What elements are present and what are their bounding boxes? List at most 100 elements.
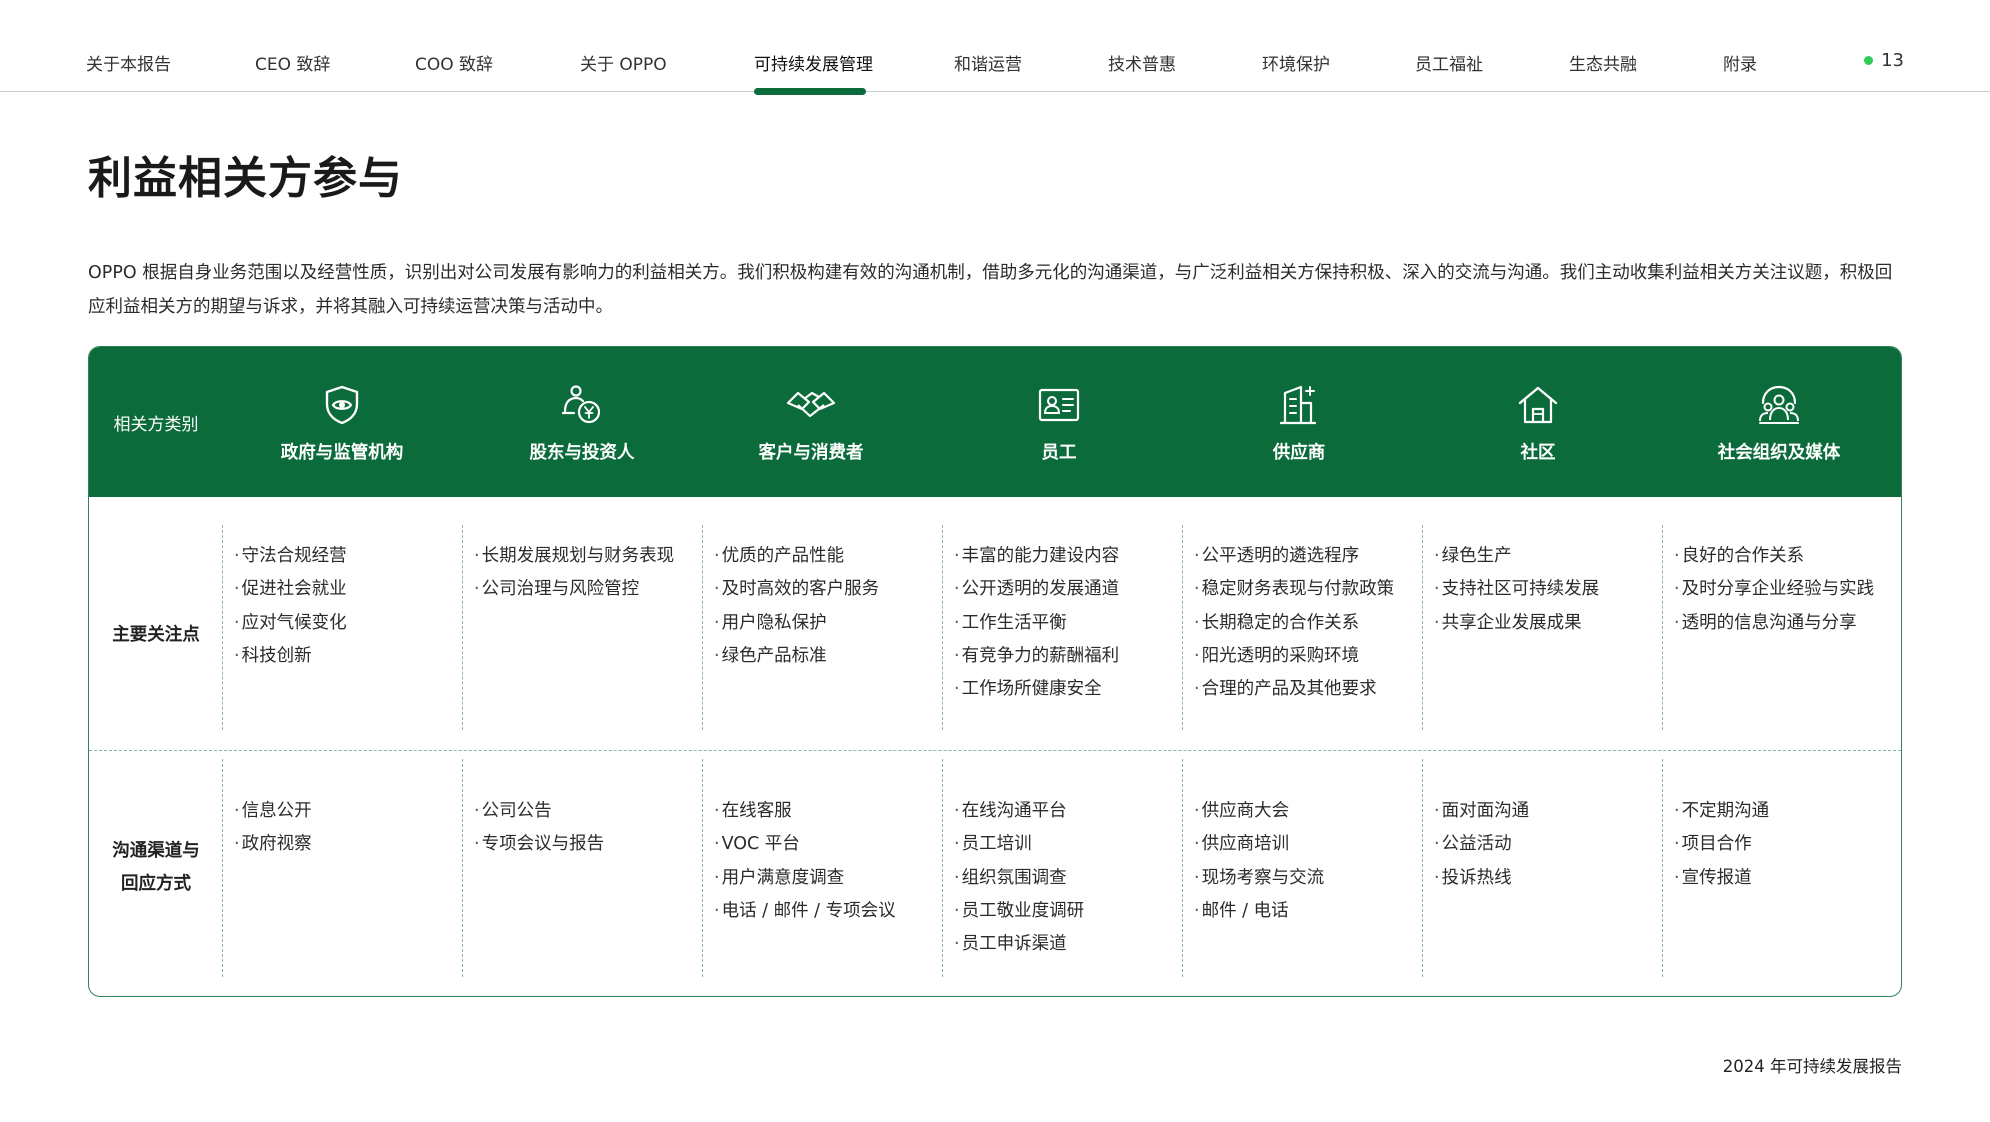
concerns-cell-suppliers: 公平透明的遴选程序稳定财务表现与付款政策长期稳定的合作关系阳光透明的采购环境合理… <box>1194 540 1424 706</box>
list-item: 丰富的能力建设内容 <box>954 540 1184 573</box>
list-item: 公开透明的发展通道 <box>954 573 1184 606</box>
concerns-cell-community: 绿色生产支持社区可持续发展共享企业发展成果 <box>1434 540 1664 640</box>
nav-item-about-report[interactable]: 关于本报告 <box>86 50 171 75</box>
nav-item-operations[interactable]: 和谐运营 <box>954 50 1022 75</box>
concerns-list: 绿色生产支持社区可持续发展共享企业发展成果 <box>1434 540 1664 640</box>
list-item: 守法合规经营 <box>234 540 464 573</box>
list-item: 员工申诉渠道 <box>954 928 1184 961</box>
stakeholder-header-investors: 股东与投资人 <box>462 347 702 497</box>
nav-item-employees[interactable]: 员工福祉 <box>1415 50 1483 75</box>
stakeholder-name: 员工 <box>1041 443 1077 463</box>
channels-label-line1: 沟通渠道与 <box>112 841 200 861</box>
top-nav: 关于本报告 CEO 致辞 COO 致辞 关于 OPPO 可持续发展管理 和谐运营… <box>0 0 1990 95</box>
header-label: 相关方类别 <box>113 414 199 435</box>
handshake-icon <box>786 391 836 418</box>
list-item: 信息公开 <box>234 795 464 828</box>
list-item: 公司治理与风险管控 <box>474 573 704 606</box>
channels-cell-media: 不定期沟通项目合作宣传报道 <box>1674 795 1901 895</box>
list-item: 工作生活平衡 <box>954 607 1184 640</box>
list-item: 公益活动 <box>1434 828 1664 861</box>
channels-cell-customers: 在线客服VOC 平台用户满意度调查电话 / 邮件 / 专项会议 <box>714 795 944 928</box>
nav-item-technology[interactable]: 技术普惠 <box>1108 50 1176 75</box>
list-item: 政府视察 <box>234 828 464 861</box>
list-item: 稳定财务表现与付款政策 <box>1194 573 1424 606</box>
list-item: 在线客服 <box>714 795 944 828</box>
list-item: 阳光透明的采购环境 <box>1194 640 1424 673</box>
channels-cell-government: 信息公开政府视察 <box>234 795 464 862</box>
concerns-cell-employees: 丰富的能力建设内容公开透明的发展通道工作生活平衡有竞争力的薪酬福利工作场所健康安… <box>954 540 1184 706</box>
channels-list: 在线沟通平台员工培训组织氛围调查员工敬业度调研员工申诉渠道 <box>954 795 1184 961</box>
stakeholder-header-suppliers: 供应商 <box>1179 347 1419 497</box>
list-item: 员工敬业度调研 <box>954 895 1184 928</box>
list-item: 合理的产品及其他要求 <box>1194 673 1424 706</box>
list-item: 项目合作 <box>1674 828 1901 861</box>
list-item: 长期发展规划与财务表现 <box>474 540 704 573</box>
stakeholder-name: 股东与投资人 <box>529 443 635 463</box>
channels-list: 供应商大会供应商培训现场考察与交流邮件 / 电话 <box>1194 795 1424 928</box>
nav-item-ecosystem[interactable]: 生态共融 <box>1569 50 1637 75</box>
list-item: 支持社区可持续发展 <box>1434 573 1664 606</box>
list-item: 面对面沟通 <box>1434 795 1664 828</box>
nav-item-coo[interactable]: COO 致辞 <box>415 50 493 75</box>
channels-cell-community: 面对面沟通公益活动投诉热线 <box>1434 795 1664 895</box>
stakeholder-name: 社区 <box>1520 443 1556 463</box>
list-item: 公平透明的遴选程序 <box>1194 540 1424 573</box>
row-divider <box>89 750 1901 751</box>
stakeholder-name: 供应商 <box>1272 443 1326 463</box>
page-title: 利益相关方参与 <box>88 153 403 204</box>
list-item: 应对气候变化 <box>234 607 464 640</box>
list-item: 在线沟通平台 <box>954 795 1184 828</box>
shield-eye-icon <box>325 385 359 425</box>
list-item: 员工培训 <box>954 828 1184 861</box>
concerns-cell-investors: 长期发展规划与财务表现公司治理与风险管控 <box>474 540 704 607</box>
list-item: 绿色产品标准 <box>714 640 944 673</box>
channels-list: 公司公告专项会议与报告 <box>474 795 704 862</box>
list-item: 用户隐私保护 <box>714 607 944 640</box>
list-item: 电话 / 邮件 / 专项会议 <box>714 895 944 928</box>
list-item: 工作场所健康安全 <box>954 673 1184 706</box>
nav-item-ceo[interactable]: CEO 致辞 <box>255 50 330 75</box>
channels-cell-investors: 公司公告专项会议与报告 <box>474 795 704 862</box>
nav-item-appendix[interactable]: 附录 <box>1723 50 1757 75</box>
list-item: 透明的信息沟通与分享 <box>1674 607 1901 640</box>
concerns-list: 优质的产品性能及时高效的客户服务用户隐私保护绿色产品标准 <box>714 540 944 673</box>
list-item: 有竞争力的薪酬福利 <box>954 640 1184 673</box>
channels-cell-employees: 在线沟通平台员工培训组织氛围调查员工敬业度调研员工申诉渠道 <box>954 795 1184 961</box>
channels-label-line2: 回应方式 <box>121 874 191 894</box>
stakeholder-name: 社会组织及媒体 <box>1717 443 1841 463</box>
table-header-row: 相关方类别 政府与监管机构 股东与投资人 客户与消费者 员工 供应商 社区 社会… <box>89 347 1901 497</box>
concerns-list: 守法合规经营促进社会就业应对气候变化科技创新 <box>234 540 464 673</box>
column-divider <box>222 759 223 977</box>
list-item: 良好的合作关系 <box>1674 540 1901 573</box>
list-item: 宣传报道 <box>1674 862 1901 895</box>
list-item: 促进社会就业 <box>234 573 464 606</box>
channels-list: 在线客服VOC 平台用户满意度调查电话 / 邮件 / 专项会议 <box>714 795 944 928</box>
nav-item-sustainability[interactable]: 可持续发展管理 <box>754 50 873 75</box>
list-item: 共享企业发展成果 <box>1434 607 1664 640</box>
column-divider <box>462 759 463 977</box>
channels-row-label: 沟通渠道与 回应方式 <box>89 835 223 901</box>
concerns-list: 丰富的能力建设内容公开透明的发展通道工作生活平衡有竞争力的薪酬福利工作场所健康安… <box>954 540 1184 706</box>
concerns-list: 公平透明的遴选程序稳定财务表现与付款政策长期稳定的合作关系阳光透明的采购环境合理… <box>1194 540 1424 706</box>
list-item: 组织氛围调查 <box>954 862 1184 895</box>
channels-list: 不定期沟通项目合作宣传报道 <box>1674 795 1901 895</box>
list-item: 及时分享企业经验与实践 <box>1674 573 1901 606</box>
list-item: 供应商培训 <box>1194 828 1424 861</box>
page-number: 13 <box>1881 50 1904 71</box>
list-item: 公司公告 <box>474 795 704 828</box>
investor-coin-icon <box>561 385 601 424</box>
list-item: 及时高效的客户服务 <box>714 573 944 606</box>
report-footer: 2024 年可持续发展报告 <box>1722 1057 1902 1076</box>
channels-list: 信息公开政府视察 <box>234 795 464 862</box>
stakeholder-header-community: 社区 <box>1418 347 1658 497</box>
concerns-cell-media: 良好的合作关系及时分享企业经验与实践透明的信息沟通与分享 <box>1674 540 1901 640</box>
channels-cell-suppliers: 供应商大会供应商培训现场考察与交流邮件 / 电话 <box>1194 795 1424 928</box>
list-item: 不定期沟通 <box>1674 795 1901 828</box>
nav-item-environment[interactable]: 环境保护 <box>1262 50 1330 75</box>
stakeholder-table: 相关方类别 政府与监管机构 股东与投资人 客户与消费者 员工 供应商 社区 社会… <box>88 346 1902 997</box>
concerns-list: 良好的合作关系及时分享企业经验与实践透明的信息沟通与分享 <box>1674 540 1901 640</box>
id-card-icon <box>1038 388 1080 422</box>
intro-paragraph: OPPO 根据自身业务范围以及经营性质，识别出对公司发展有影响力的利益相关方。我… <box>88 263 1893 317</box>
nav-item-about-oppo[interactable]: 关于 OPPO <box>580 50 667 75</box>
list-item: 用户满意度调查 <box>714 862 944 895</box>
